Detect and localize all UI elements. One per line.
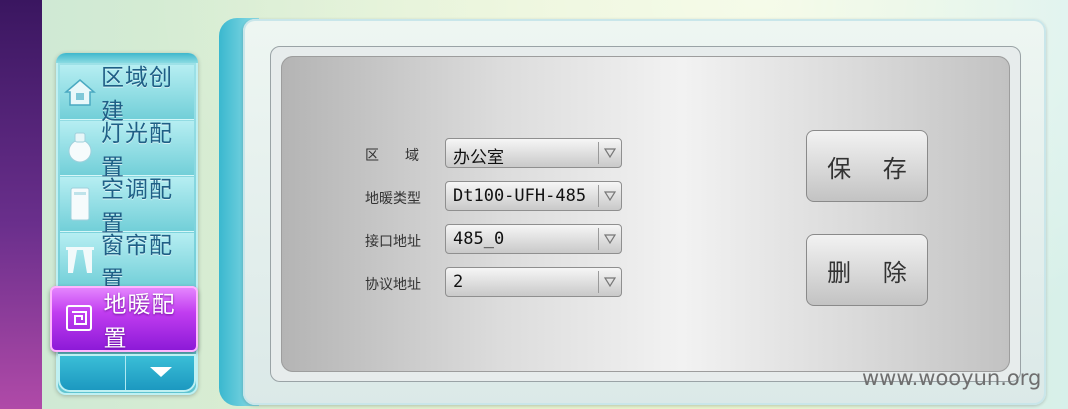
heating-type-select[interactable]: Dt100-UFH-485: [445, 181, 622, 211]
triangle-down-icon: [601, 230, 619, 248]
divider: [598, 142, 599, 164]
air-conditioner-icon: [64, 187, 97, 221]
zone-select[interactable]: 办公室: [445, 138, 622, 168]
heating-type-select-value: Dt100-UFH-485: [453, 186, 587, 206]
sidebar-item-label: 窗帘配置: [100, 233, 173, 293]
house-icon: [64, 75, 97, 109]
save-button[interactable]: 保 存: [806, 130, 928, 202]
divider: [598, 185, 599, 207]
sidebar-item-lighting[interactable]: 灯光配置: [60, 121, 194, 181]
zone-select-value: 办公室: [453, 148, 504, 168]
triangle-down-icon: [601, 187, 619, 205]
sidebar-item-label: 地暖配置: [103, 292, 176, 352]
sidebar-footer: [58, 354, 196, 392]
interface-address-label: 接口地址: [365, 234, 421, 250]
protocol-address-label: 协议地址: [365, 277, 421, 293]
chevron-down-icon: [148, 364, 174, 383]
heating-type-label: 地暖类型: [365, 191, 421, 207]
divider: [598, 271, 599, 293]
delete-button[interactable]: 删 除: [806, 234, 928, 306]
interface-address-select[interactable]: 485_0: [445, 224, 622, 254]
protocol-address-select-value: 2: [453, 272, 464, 292]
divider: [598, 228, 599, 250]
left-edge-strip: [0, 0, 42, 409]
watermark: www.wooyun.org: [862, 366, 1042, 390]
sidebar-item-zone-create[interactable]: 区域创建: [60, 65, 194, 125]
scroll-up-button[interactable]: [58, 354, 125, 392]
triangle-down-icon: [601, 273, 619, 291]
protocol-address-select[interactable]: 2: [445, 267, 622, 297]
triangle-down-icon: [601, 144, 619, 162]
scroll-down-button[interactable]: [126, 354, 196, 392]
interface-address-select-value: 485_0: [453, 229, 505, 249]
sidebar-item-air-conditioning[interactable]: 空调配置: [60, 177, 194, 237]
sidebar-item-floor-heating[interactable]: 地暖配置: [50, 286, 198, 352]
sidebar-item-curtain[interactable]: 窗帘配置: [60, 233, 194, 293]
form-area: [281, 56, 1010, 372]
zone-label: 区 域: [365, 148, 425, 164]
floor-heating-icon: [62, 302, 95, 336]
bulb-icon: [64, 131, 97, 165]
curtain-icon: [64, 243, 97, 277]
